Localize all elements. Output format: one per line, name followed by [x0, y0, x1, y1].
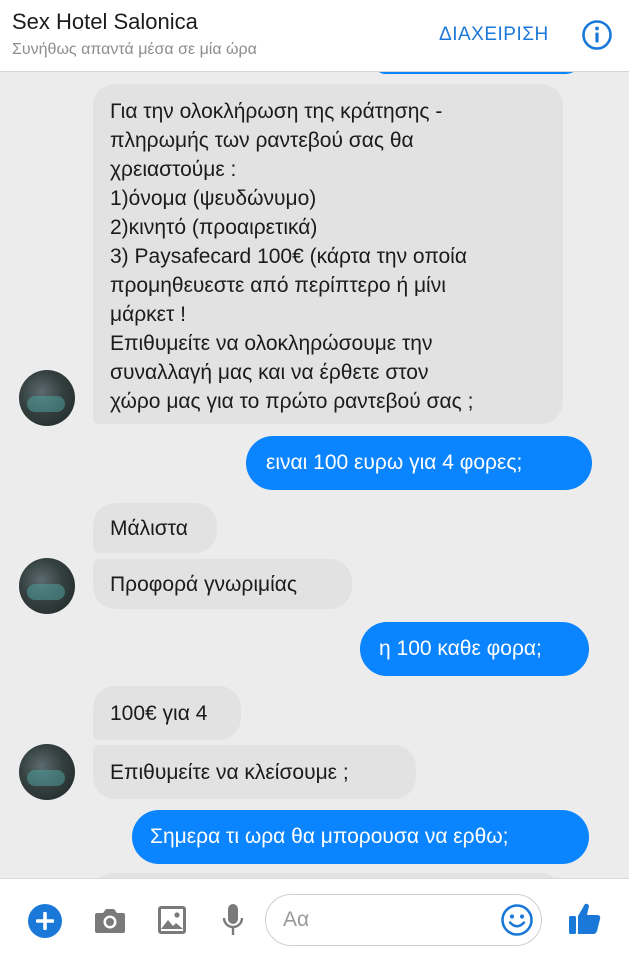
microphone-icon[interactable] [221, 903, 245, 937]
message-bubble-page[interactable]: Μάλιστα [93, 503, 217, 553]
message-bubble-page[interactable]: Επιθυμείτε να κλείσουμε ; [93, 745, 416, 799]
message-input-placeholder: Aα [283, 908, 310, 931]
thumbs-up-icon[interactable] [567, 901, 603, 937]
message-bubble-user[interactable]: Σημερα τι ωρα θα μπορουσα να ερθω; [132, 810, 589, 864]
image-icon[interactable] [157, 905, 187, 935]
page-avatar[interactable] [19, 558, 75, 614]
message-thread[interactable]: Για την ολοκλήρωση της κράτησης - πληρωμ… [0, 72, 629, 878]
page-avatar[interactable] [19, 370, 75, 426]
page-avatar[interactable] [19, 744, 75, 800]
message-bubble-page[interactable]: Για την ολοκλήρωση της κράτησης - πληρωμ… [93, 84, 563, 424]
info-icon[interactable] [581, 19, 613, 51]
message-bubble-page[interactable]: Προφορά γνωριμίας [93, 559, 352, 609]
conversation-header: Sex Hotel Salonica Συνήθως απαντά μέσα σ… [0, 0, 629, 72]
message-bubble-user[interactable]: η 100 καθε φορα; [360, 622, 589, 676]
message-bubble-user[interactable]: ειναι 100 ευρω για 4 φορες; [246, 436, 592, 490]
conversation-title[interactable]: Sex Hotel Salonica [12, 9, 198, 35]
message-input[interactable]: Aα [265, 894, 542, 946]
emoji-icon[interactable] [500, 903, 534, 937]
message-bubble-page[interactable]: 100€ για 4 [93, 686, 241, 740]
message-composer: Aα [0, 878, 629, 960]
plus-icon[interactable] [27, 903, 63, 939]
previous-message-edge [372, 72, 580, 74]
manage-button[interactable]: ΔΙΑΧΕΙΡΙΣΗ [439, 24, 549, 46]
response-time-subtitle: Συνήθως απαντά μέσα σε μία ώρα [12, 41, 257, 58]
camera-icon[interactable] [93, 905, 127, 935]
